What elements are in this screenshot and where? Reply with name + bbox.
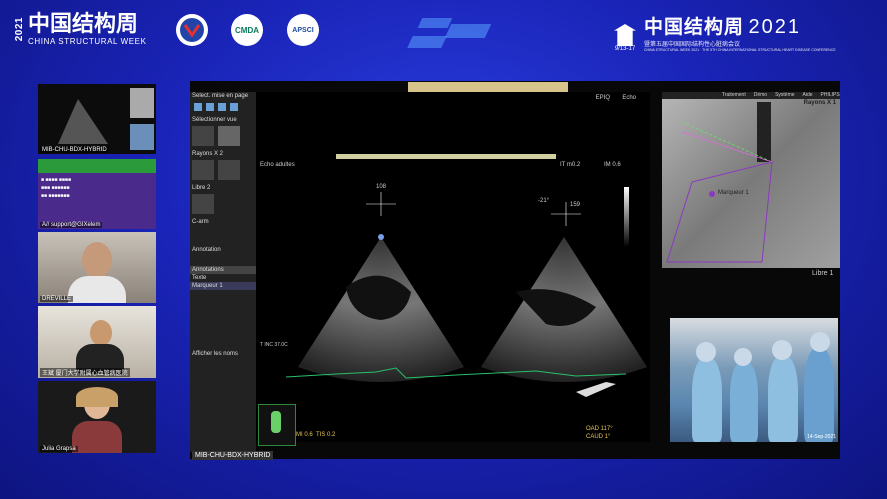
or-timestamp: 14-Sep-2021 xyxy=(807,434,836,440)
sidebar-item[interactable]: Libre 2 xyxy=(190,184,256,192)
building-icon xyxy=(614,24,636,46)
brand-year: 2021 xyxy=(14,16,25,42)
thumbnail-caption: 王斌 厦门大学附属心血管病医院 xyxy=(40,368,130,377)
thumbnail-caption: DREVILLE xyxy=(40,296,74,302)
source-label: MIB-CHU-BDX-HYBRID xyxy=(192,451,274,460)
brand-right: 9/13-17 中国结构周 2021 暨第五届中国国际结构性心脏病会议 CHIN… xyxy=(612,12,836,52)
thumbnail-caption: Julia Grapsa xyxy=(40,446,78,452)
sidebar-item[interactable]: Annotations xyxy=(190,266,256,274)
echo-bottom-1: MI 0.6 xyxy=(296,432,313,438)
free-label: Libre 1 xyxy=(812,270,834,277)
thumbnail-mib[interactable]: MIB-CHU-BDX-HYBRID xyxy=(38,84,156,154)
workstation-sidebar: Select. mise en page Sélectionner vue Ra… xyxy=(190,92,256,452)
brand-right-sub-en: CHINA STRUCTURAL WEEK 2021 · THE 5TH CHI… xyxy=(644,48,836,52)
sidebar-item[interactable]: Texte xyxy=(190,274,256,282)
probe-thumbnail[interactable] xyxy=(258,404,296,446)
brand-left: 2021 中国结构周 CHINA STRUCTURAL WEEK xyxy=(14,10,147,48)
sidebar-item[interactable]: C-arm xyxy=(190,218,256,226)
brand-right-year: 2021 xyxy=(748,16,801,38)
angle-caud: CAUD 1° xyxy=(586,434,611,440)
brand-title-en: CHINA STRUCTURAL WEEK xyxy=(28,36,147,46)
echo-images xyxy=(285,187,647,397)
sidebar-item[interactable]: Annotation xyxy=(190,246,256,254)
logo-cmda: CMDA xyxy=(231,14,263,46)
brand-right-sub-cn: 暨第五届中国国际结构性心脏病会议 xyxy=(644,42,741,48)
sidebar-item[interactable]: Select. mise en page xyxy=(190,92,256,100)
conference-dates: 9/13-17 xyxy=(614,46,636,52)
echo-view: EPIQ Echo Echo adultes IT m0.2 IM 0.6 10… xyxy=(256,92,650,442)
thumbnail-speaker-3[interactable]: Julia Grapsa xyxy=(38,381,156,453)
thumbnail-caption: MIB-CHU-BDX-HYBRID xyxy=(40,147,109,153)
deco-shape xyxy=(417,18,453,28)
logo-apsci: APSCI xyxy=(287,14,319,46)
sidebar-item[interactable]: Rayons X 2 xyxy=(190,150,256,158)
xray-view: Traitement Démo Système Aide PHILIPS Ray… xyxy=(662,92,840,268)
echo-bottom-2: TIS 0.2 xyxy=(316,432,336,438)
angle-rao: OAD 117° xyxy=(586,426,613,432)
brand-title-cn: 中国结构周 xyxy=(28,11,139,37)
deco-shape xyxy=(407,36,447,48)
deco-shape xyxy=(444,24,492,38)
xray-marker: Marqueur 1 xyxy=(718,190,749,196)
brand-right-cn: 中国结构周 xyxy=(644,16,745,38)
thumbnail-slides[interactable]: ■ ■■■■ ■■■■ ■■■ ■■■■■■ ■■ ■■■■■■■ A// supp… xyxy=(38,159,156,229)
thumbnail-speaker-1[interactable]: DREVILLE xyxy=(38,232,156,303)
operating-room-camera: 14-Sep-2021 xyxy=(670,318,838,442)
sidebar-item[interactable]: Marqueur 1 xyxy=(190,282,256,290)
thumbnail-speaker-2[interactable]: 王斌 厦门大学附属心血管病医院 xyxy=(38,306,156,378)
sidebar-item[interactable]: Sélectionner vue xyxy=(190,116,256,124)
top-bar xyxy=(408,82,568,92)
logo-1 xyxy=(176,14,208,46)
sidebar-item[interactable]: Afficher les noms xyxy=(190,350,256,358)
thumbnail-caption: A// support@GIXelem xyxy=(40,222,103,228)
